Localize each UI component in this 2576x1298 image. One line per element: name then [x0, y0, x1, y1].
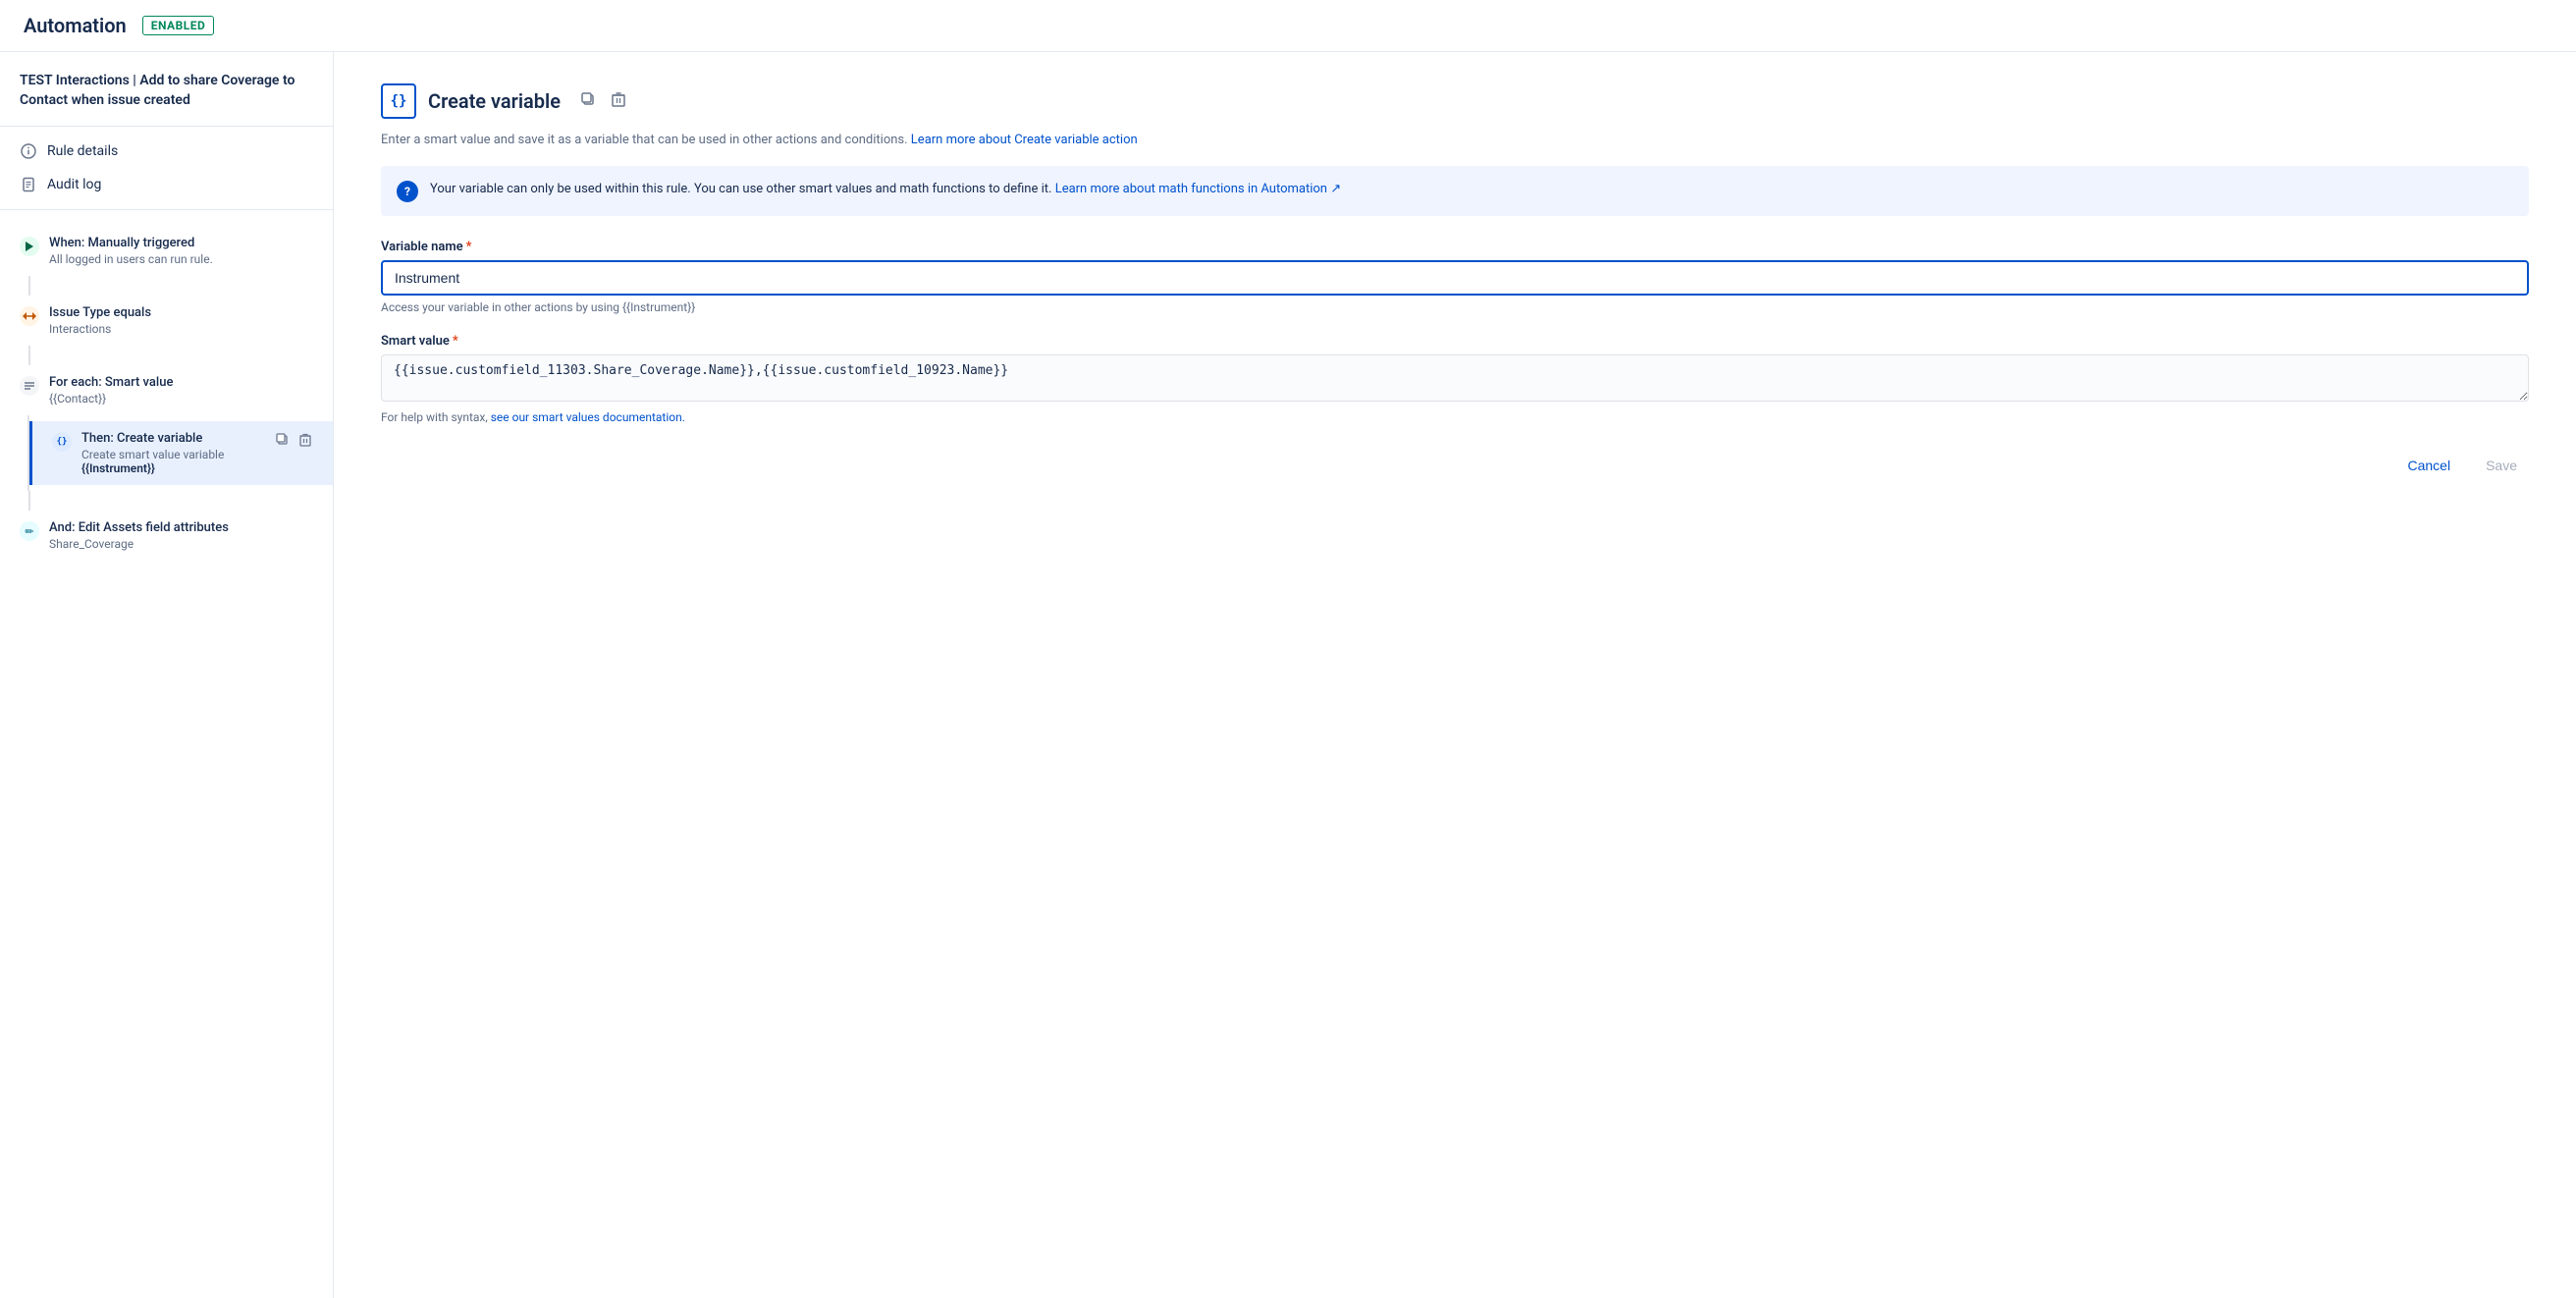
top-header: Automation ENABLED — [0, 0, 2576, 52]
sidebar-nav: Rule details Audit log — [0, 127, 333, 210]
main-layout: TEST Interactions | Add to share Coverag… — [0, 52, 2576, 1298]
panel-title: Create variable — [428, 89, 561, 113]
rule-details-label: Rule details — [47, 143, 118, 159]
for-each-label: For each: Smart value — [49, 375, 313, 390]
flow-item-edit-assets[interactable]: ✏ And: Edit Assets field attributes Shar… — [0, 511, 333, 561]
issue-type-icon — [20, 306, 39, 326]
circle-info-icon — [20, 142, 37, 160]
smart-value-input[interactable]: {{issue.customfield_11303.Share_Coverage… — [381, 354, 2529, 402]
variable-name-field-group: Variable name * Access your variable in … — [381, 240, 2529, 314]
delete-button[interactable] — [297, 431, 313, 452]
create-variable-label: Then: Create variable — [81, 431, 264, 446]
smart-value-field-group: Smart value * {{issue.customfield_11303.… — [381, 334, 2529, 424]
save-button[interactable]: Save — [2474, 452, 2529, 479]
edit-assets-sublabel: Share_Coverage — [49, 537, 313, 551]
nested-flow: {} Then: Create variable Create smart va… — [27, 415, 333, 491]
panel-icon: {} — [381, 83, 416, 119]
status-badge: ENABLED — [142, 16, 215, 35]
info-link[interactable]: Learn more about math functions in Autom… — [1055, 182, 1341, 196]
flow-item-when[interactable]: When: Manually triggered All logged in u… — [0, 226, 333, 276]
create-variable-icon: {} — [52, 432, 72, 452]
info-box: ? Your variable can only be used within … — [381, 166, 2529, 216]
sidebar: TEST Interactions | Add to share Coverag… — [0, 52, 334, 1298]
sidebar-item-audit-log[interactable]: Audit log — [0, 168, 333, 201]
panel-description: Enter a smart value and save it as a var… — [381, 131, 2529, 150]
issue-type-label: Issue Type equals — [49, 305, 313, 320]
when-sublabel: All logged in users can run rule. — [49, 252, 313, 266]
flow-item-create-variable[interactable]: {} Then: Create variable Create smart va… — [29, 421, 333, 485]
edit-assets-icon: ✏ — [20, 521, 39, 541]
required-star: * — [466, 240, 472, 254]
smart-value-docs-link[interactable]: see our smart values documentation. — [491, 410, 685, 424]
connector-2 — [28, 346, 30, 365]
create-variable-sublabel: Create smart value variable — [81, 448, 264, 461]
panel-header: {} Create variable — [381, 83, 2529, 119]
file-lines-icon — [20, 176, 37, 193]
edit-assets-label: And: Edit Assets field attributes — [49, 520, 313, 535]
flow-item-issue-type[interactable]: Issue Type equals Interactions — [0, 296, 333, 346]
right-panel: {} Create variable — [334, 52, 2576, 1298]
connector-1 — [28, 276, 30, 296]
copy-button[interactable] — [274, 431, 292, 452]
when-label: When: Manually triggered — [49, 236, 313, 250]
smart-value-hint: For help with syntax, see our smart valu… — [381, 410, 2529, 424]
variable-name-label: Variable name * — [381, 240, 2529, 254]
panel-delete-button[interactable] — [608, 89, 629, 114]
smart-value-label: Smart value * — [381, 334, 2529, 349]
panel-copy-button[interactable] — [576, 89, 600, 114]
for-each-icon — [20, 376, 39, 396]
rule-title: TEST Interactions | Add to share Coverag… — [20, 72, 313, 110]
cancel-button[interactable]: Cancel — [2395, 452, 2462, 479]
when-icon — [20, 237, 39, 256]
issue-type-sublabel: Interactions — [49, 322, 313, 336]
audit-log-label: Audit log — [47, 177, 101, 192]
info-text: Your variable can only be used within th… — [430, 180, 1341, 199]
form-actions: Cancel Save — [381, 452, 2529, 479]
info-icon: ? — [397, 181, 418, 202]
sidebar-item-rule-details[interactable]: Rule details — [0, 135, 333, 168]
description-link[interactable]: Learn more about Create variable action — [911, 133, 1138, 147]
variable-name-hint: Access your variable in other actions by… — [381, 300, 2529, 314]
create-variable-sublabel-bold: {{Instrument}} — [81, 461, 264, 475]
smart-value-required-star: * — [453, 334, 458, 349]
flow-container: When: Manually triggered All logged in u… — [0, 210, 333, 576]
app-title: Automation — [24, 14, 127, 37]
rule-title-card: TEST Interactions | Add to share Coverag… — [0, 52, 333, 127]
for-each-sublabel: {{Contact}} — [49, 392, 313, 406]
flow-item-for-each[interactable]: For each: Smart value {{Contact}} — [0, 365, 333, 415]
connector-3 — [28, 491, 30, 511]
panel-title-actions — [576, 89, 629, 114]
variable-name-input[interactable] — [381, 260, 2529, 296]
